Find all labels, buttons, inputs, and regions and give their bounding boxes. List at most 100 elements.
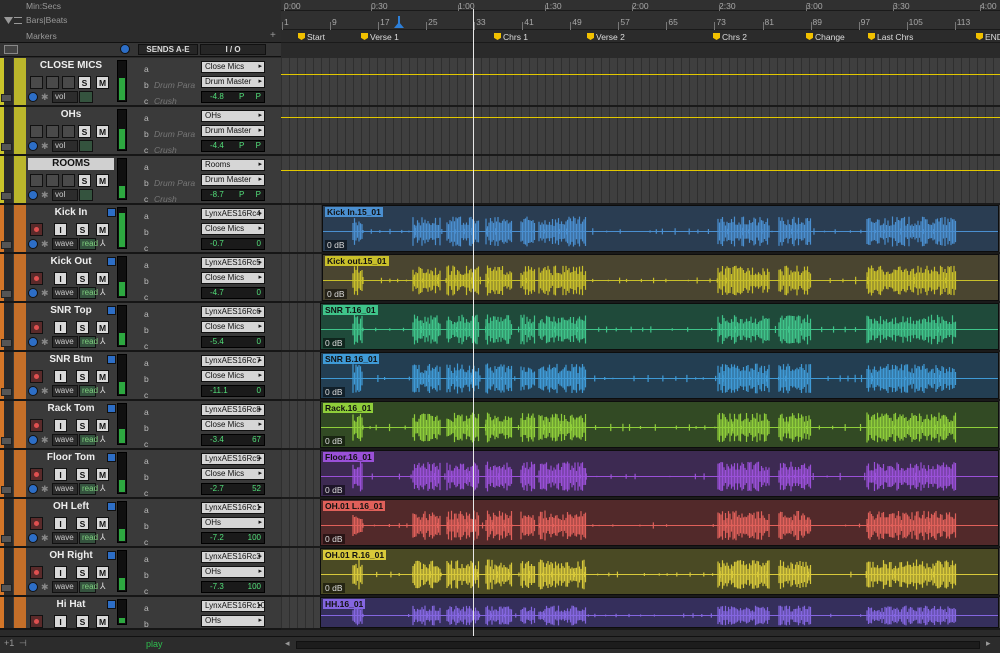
- input-selector[interactable]: LynxAES16Rc10: [201, 600, 265, 612]
- track-ohs[interactable]: OHs SM ✱vol ab Drum Para c Crush OHs Drum Master…: [0, 107, 281, 156]
- timebase-icon[interactable]: ⅄: [100, 483, 106, 494]
- track-grip-icon[interactable]: [1, 437, 12, 445]
- send-slot[interactable]: c: [138, 535, 200, 549]
- automation-mode[interactable]: read: [79, 238, 98, 250]
- track-star-icon[interactable]: ✱: [41, 239, 50, 249]
- mute-button[interactable]: M: [96, 76, 109, 89]
- view-selector[interactable]: wave: [52, 385, 78, 397]
- audio-clip[interactable]: Kick out.15_01 0 dB: [322, 254, 999, 301]
- volume-pan-display[interactable]: -0.7 0: [201, 238, 265, 250]
- track-type-icon[interactable]: [107, 208, 116, 217]
- playhead-cursor[interactable]: [473, 9, 474, 636]
- record-enable-button[interactable]: [30, 272, 43, 285]
- solo-button[interactable]: S: [76, 223, 89, 236]
- send-slot[interactable]: a: [138, 552, 200, 566]
- track-globe-icon[interactable]: [28, 141, 38, 151]
- track-star-icon[interactable]: ✱: [41, 288, 50, 298]
- track-star-icon[interactable]: ✱: [41, 190, 50, 200]
- track-snr-btm[interactable]: SNR BtmISM✱waveread⅄abcLynxAES16Rc7Close…: [0, 352, 281, 401]
- automation-mode[interactable]: read: [79, 336, 98, 348]
- output-selector[interactable]: Close Mics: [201, 272, 265, 284]
- track-lane[interactable]: [281, 156, 1000, 205]
- send-slot[interactable]: b: [138, 617, 200, 631]
- input-selector[interactable]: LynxAES16Rc6: [201, 306, 265, 318]
- input-monitor-button[interactable]: I: [54, 468, 67, 481]
- record-enable-button[interactable]: [30, 566, 43, 579]
- track-globe-icon[interactable]: [28, 337, 38, 347]
- collapse-icon[interactable]: ⊣: [19, 638, 27, 649]
- solo-button[interactable]: S: [76, 370, 89, 383]
- send-slot[interactable]: b: [138, 372, 200, 386]
- track-globe-icon[interactable]: [28, 288, 38, 298]
- clip-name[interactable]: OH.01 L.16_01: [323, 501, 386, 511]
- track-lane[interactable]: HH.16_01: [281, 597, 1000, 630]
- record-enable-button[interactable]: [30, 223, 43, 236]
- track-name[interactable]: SNR Top: [28, 305, 114, 317]
- track-name[interactable]: SNR Btm: [28, 354, 114, 366]
- mute-button[interactable]: M: [96, 370, 109, 383]
- track-globe-icon[interactable]: [28, 533, 38, 543]
- track-rooms[interactable]: ROOMS SM ✱vol ab Drum Para c Crush Rooms Drum Ma…: [0, 156, 281, 205]
- volume-pan-display[interactable]: -7.3 100: [201, 581, 265, 593]
- clip-name[interactable]: SNR T.16_01: [323, 305, 378, 315]
- volume-pan-display[interactable]: -11.1 0: [201, 385, 265, 397]
- mute-button[interactable]: M: [96, 272, 109, 285]
- track-lane[interactable]: OH.01 L.16_01 0 dB: [281, 499, 1000, 548]
- track-lane[interactable]: OH.01 R.16_01 0 dB: [281, 548, 1000, 597]
- track-oh-right[interactable]: OH RightISM✱waveread⅄abcLynxAES16Rc3OHs-…: [0, 548, 281, 597]
- input-monitor-button[interactable]: I: [54, 566, 67, 579]
- track-close-mics[interactable]: CLOSE MICS S M ✱ vol a b Drum Para c Crush Close M…: [0, 58, 281, 107]
- mute-button[interactable]: M: [96, 517, 109, 530]
- mute-button[interactable]: M: [96, 223, 109, 236]
- track-type-icon[interactable]: [107, 502, 116, 511]
- audio-clip[interactable]: Floor.16_01 0 dB: [320, 450, 999, 497]
- track-name[interactable]: OHs: [28, 109, 114, 121]
- track-hi-hat[interactable]: Hi HatISMabLynxAES16Rc10OHs: [0, 597, 281, 630]
- send-slot[interactable]: c: [138, 388, 200, 402]
- timebase-icon[interactable]: ⅄: [100, 581, 106, 592]
- track-grip-icon[interactable]: [1, 584, 12, 592]
- send-slot[interactable]: a: [138, 62, 200, 76]
- send-slot[interactable]: b Drum Para: [138, 176, 200, 190]
- view-selector[interactable]: wave: [52, 434, 78, 446]
- view-selector[interactable]: wave: [52, 581, 78, 593]
- automation-mode[interactable]: read: [79, 385, 98, 397]
- send-slot[interactable]: a: [138, 601, 200, 615]
- clip-gain[interactable]: 0 dB: [325, 240, 347, 250]
- track-rack-tom[interactable]: Rack TomISM✱waveread⅄abcLynxAES16Rc8Clos…: [0, 401, 281, 450]
- marker-chrs-2[interactable]: Chrs 2: [722, 32, 747, 42]
- audio-clip[interactable]: SNR B.16_01 0 dB: [320, 352, 999, 399]
- send-slot[interactable]: c Crush: [138, 94, 200, 108]
- clip-gain[interactable]: 0 dB: [323, 534, 345, 544]
- track-type-icon[interactable]: [107, 551, 116, 560]
- clip-name[interactable]: SNR B.16_01: [323, 354, 380, 364]
- track-name[interactable]: CLOSE MICS: [28, 60, 114, 72]
- track-lane[interactable]: SNR T.16_01 0 dB: [281, 303, 1000, 352]
- timebase-icon[interactable]: ⅄: [100, 532, 106, 543]
- send-slot[interactable]: a: [138, 111, 200, 125]
- input-selector[interactable]: Rooms: [201, 159, 265, 171]
- output-selector[interactable]: Close Mics: [201, 370, 265, 382]
- clip-name[interactable]: Floor.16_01: [323, 452, 374, 462]
- mute-button[interactable]: M: [96, 468, 109, 481]
- input-selector[interactable]: LynxAES16Rc4: [201, 208, 265, 220]
- track-star-icon[interactable]: ✱: [41, 533, 50, 543]
- solo-button[interactable]: S: [76, 566, 89, 579]
- send-slot[interactable]: b: [138, 568, 200, 582]
- mute-button[interactable]: M: [96, 125, 109, 138]
- record-enable-button[interactable]: [30, 615, 43, 628]
- send-slot[interactable]: c: [138, 437, 200, 451]
- track-kick-in[interactable]: Kick InISM✱waveread⅄abcLynxAES16Rc4Close…: [0, 205, 281, 254]
- output-selector[interactable]: Drum Master: [201, 174, 265, 186]
- output-selector[interactable]: Drum Master: [201, 76, 265, 88]
- track-floor-tom[interactable]: Floor TomISM✱waveread⅄abcLynxAES16Rc9Clo…: [0, 450, 281, 499]
- automation-line[interactable]: [281, 117, 1000, 118]
- view-selector[interactable]: wave: [52, 483, 78, 495]
- columns-menu-icon[interactable]: [4, 45, 18, 54]
- solo-button[interactable]: S: [76, 272, 89, 285]
- send-slot[interactable]: b Drum Para: [138, 127, 200, 141]
- track-type-icon[interactable]: [107, 600, 116, 609]
- automation-mode[interactable]: read: [79, 532, 98, 544]
- timebase-icon[interactable]: ⅄: [100, 287, 106, 298]
- track-grip-icon[interactable]: [1, 535, 12, 543]
